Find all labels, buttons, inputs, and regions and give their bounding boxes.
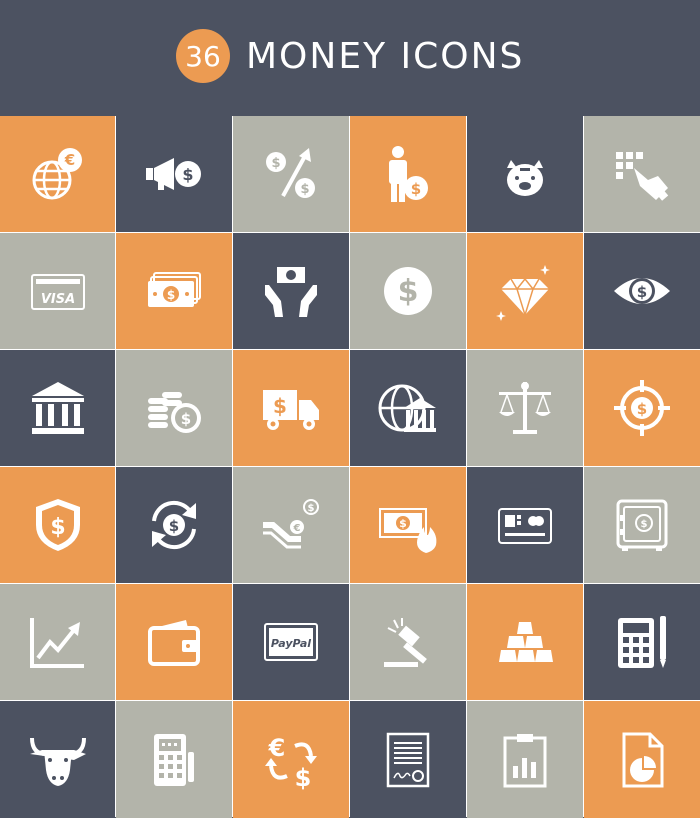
- balance-scale-icon: [467, 350, 583, 466]
- dollar-growth-arrow-icon: $ $: [233, 116, 349, 232]
- svg-text:€: €: [63, 151, 74, 169]
- auction-gavel-icon: [350, 584, 466, 700]
- line-chart-icon: [0, 584, 115, 700]
- visa-label: VISA: [40, 292, 74, 307]
- calculator-pen-icon: [584, 584, 700, 700]
- eye-dollar-icon: $: [584, 233, 700, 349]
- paypal-label: PayPal: [271, 637, 311, 650]
- svg-text:$: $: [273, 394, 287, 418]
- dollar-coin-icon: $: [350, 233, 466, 349]
- credit-card-chip-icon: [467, 467, 583, 583]
- count-badge: 36: [176, 29, 230, 83]
- pie-chart-document-icon: [584, 701, 700, 818]
- svg-text:$: $: [637, 283, 647, 301]
- svg-text:$: $: [295, 764, 312, 790]
- svg-text:$: $: [637, 400, 647, 418]
- pos-terminal-icon: [116, 701, 232, 818]
- svg-text:$: $: [182, 165, 193, 184]
- gold-bars-icon: [467, 584, 583, 700]
- diamond-icon: [467, 233, 583, 349]
- globe-euro-icon: €: [0, 116, 115, 232]
- page-title: MONEY ICONS: [246, 35, 525, 77]
- coin-stacks-icon: $: [116, 350, 232, 466]
- bank-building-icon: [0, 350, 115, 466]
- icon-grid: € $ $ $ $ VISA $ $ $ $ $ $ $ $ € $ $ $ P…: [0, 116, 700, 818]
- money-truck-icon: $: [233, 350, 349, 466]
- title-group: 36 MONEY ICONS: [176, 29, 525, 83]
- safe-icon: $: [584, 467, 700, 583]
- cash-stack-icon: $: [116, 233, 232, 349]
- svg-text:$: $: [167, 288, 175, 302]
- svg-text:$: $: [398, 274, 419, 309]
- piggy-bank-icon: [467, 116, 583, 232]
- bull-icon: [0, 701, 115, 818]
- svg-text:$: $: [271, 156, 280, 171]
- businessman-coin-icon: $: [350, 116, 466, 232]
- svg-text:$: $: [50, 515, 65, 540]
- hand-keypad-icon: [584, 116, 700, 232]
- svg-text:$: $: [169, 517, 179, 535]
- dollar-exchange-icon: $: [116, 467, 232, 583]
- svg-text:$: $: [181, 410, 191, 428]
- svg-text:€: €: [268, 734, 286, 762]
- paypal-card-icon: PayPal: [233, 584, 349, 700]
- svg-text:$: $: [300, 182, 309, 197]
- svg-text:$: $: [641, 519, 648, 530]
- dollar-shield-icon: $: [0, 467, 115, 583]
- hands-holding-money-icon: [233, 233, 349, 349]
- svg-text:$: $: [411, 180, 421, 198]
- burning-money-icon: $: [350, 467, 466, 583]
- escalator-euro-icon: € $: [233, 467, 349, 583]
- currency-exchange-icon: € $: [233, 701, 349, 818]
- dollar-target-icon: $: [584, 350, 700, 466]
- svg-text:€: €: [293, 523, 301, 534]
- clipboard-chart-icon: [467, 701, 583, 818]
- megaphone-dollar-icon: $: [116, 116, 232, 232]
- wallet-icon: [116, 584, 232, 700]
- signed-contract-icon: [350, 701, 466, 818]
- svg-text:$: $: [308, 503, 315, 514]
- visa-card-icon: VISA: [0, 233, 115, 349]
- header: 36 MONEY ICONS: [0, 0, 700, 116]
- svg-text:$: $: [399, 517, 407, 530]
- global-bank-icon: [350, 350, 466, 466]
